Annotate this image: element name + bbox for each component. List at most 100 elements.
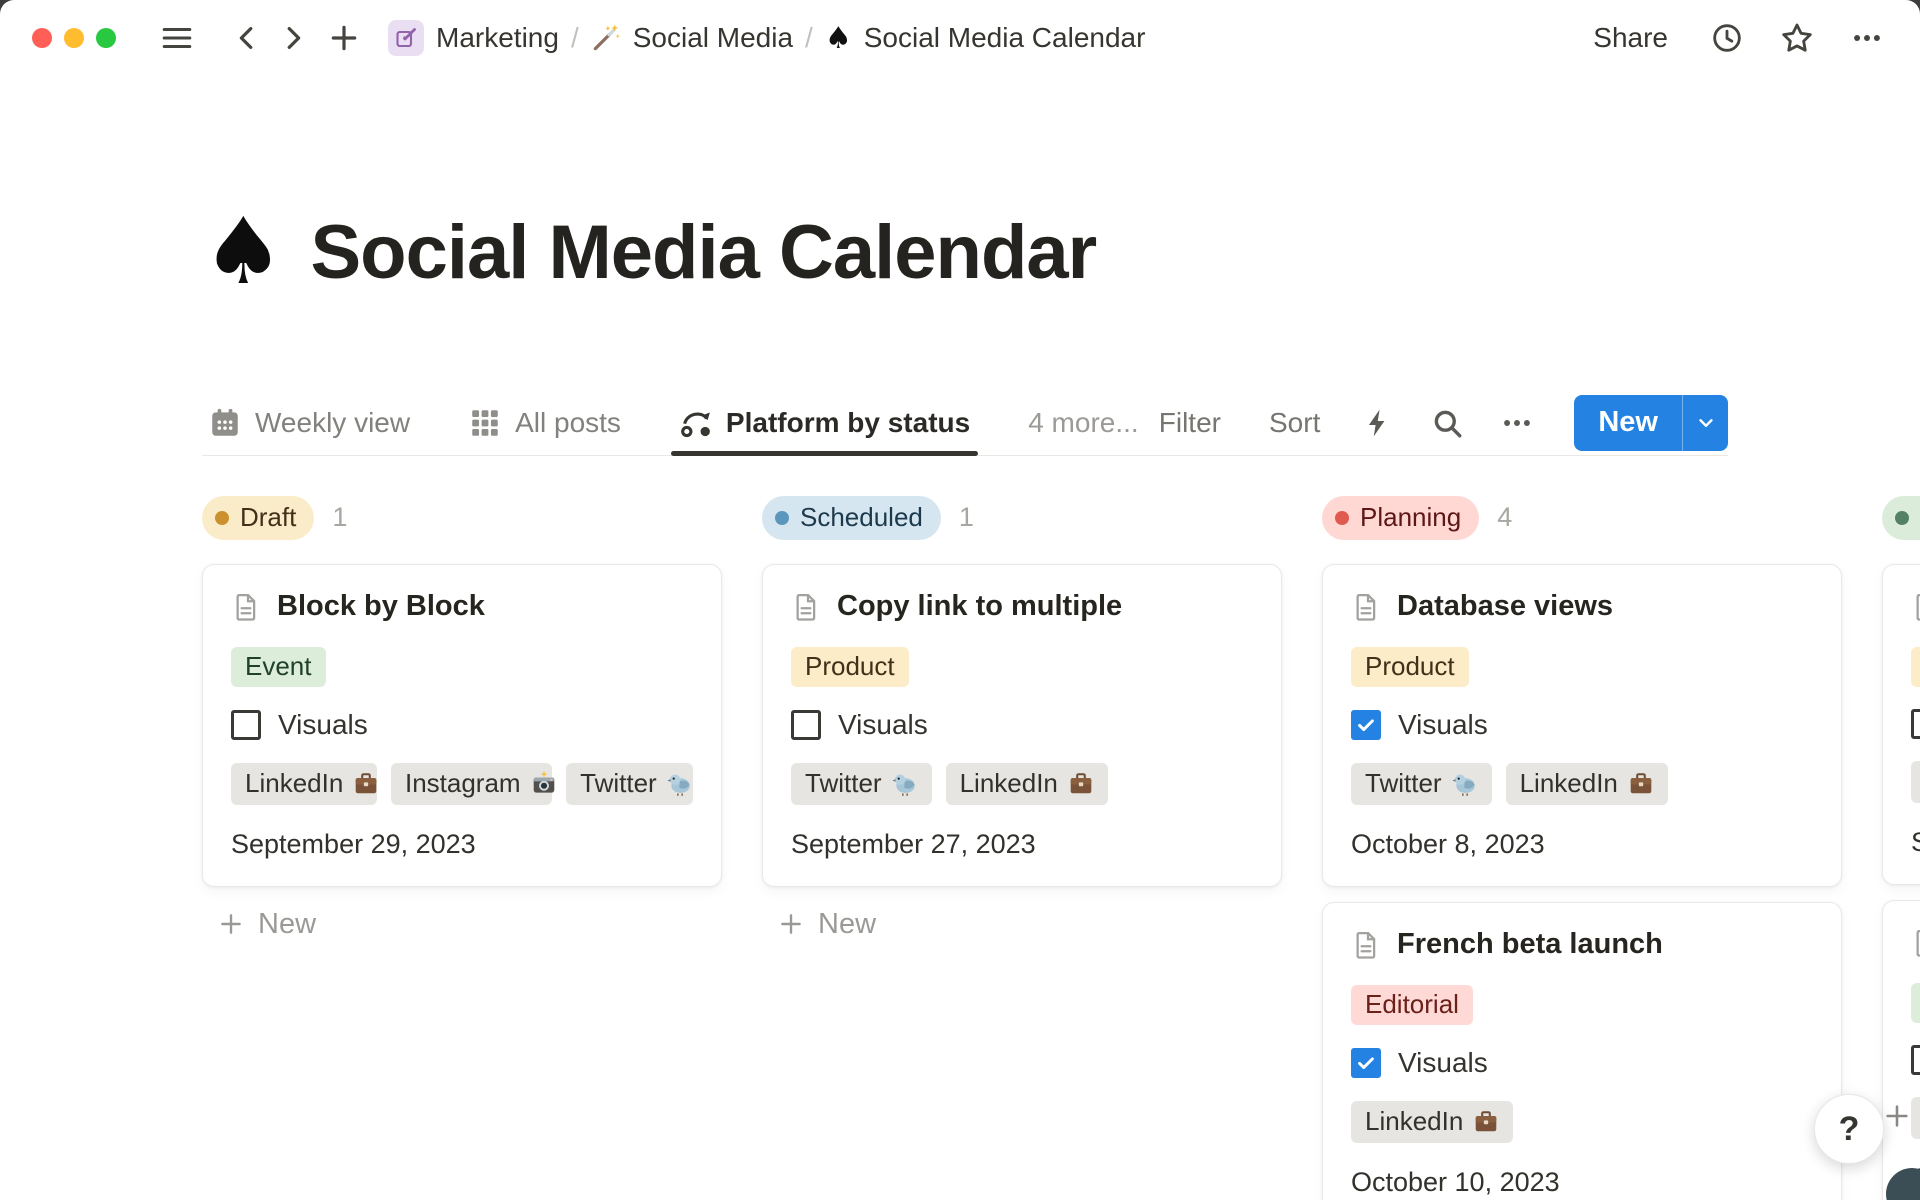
filter-button[interactable]: Filter <box>1153 406 1227 440</box>
share-button[interactable]: Share <box>1587 21 1674 55</box>
column-status-label: Scheduled <box>800 502 923 533</box>
category-tag: Editorial <box>1351 985 1473 1025</box>
platform-label: LinkedIn <box>1365 1106 1463 1137</box>
card-title: Block by Block <box>277 590 485 623</box>
board-column: Scheduled 1 Copy link to multipleProductVi… <box>762 496 1282 942</box>
column-count: 1 <box>332 502 347 533</box>
platform-label: Twitter <box>805 768 882 799</box>
platform-tag: LinkedIn <box>231 763 377 805</box>
visuals-label: Visuals <box>838 709 928 741</box>
search-icon[interactable] <box>1430 406 1464 440</box>
briefcase-icon <box>1628 771 1654 797</box>
status-dot-icon <box>775 511 789 525</box>
card-date: September 27, 2023 <box>791 829 1253 860</box>
board-card[interactable]: Database views Product Visuals Twitter Linke… <box>1322 564 1842 887</box>
column-header: Scheduled 1 <box>762 496 1282 540</box>
breadcrumb-item-social-media[interactable]: Social Media <box>591 22 793 54</box>
view-tabs-bar: Weekly view All posts Platf <box>202 391 1728 456</box>
card-title-row: French beta launch <box>1351 927 1813 963</box>
column-cards: Block by BlockEventVisualsLinkedInInstag… <box>202 564 722 887</box>
visuals-label: Visuals <box>1398 709 1488 741</box>
visuals-checkbox[interactable] <box>1351 1048 1381 1078</box>
visuals-checkbox[interactable] <box>791 710 821 740</box>
tab-all-posts[interactable]: All posts <box>462 391 627 455</box>
view-options-icon[interactable] <box>1500 406 1534 440</box>
column-new-button[interactable]: New <box>212 907 322 942</box>
minimize-window-button[interactable] <box>64 28 84 48</box>
new-page-icon[interactable] <box>328 22 360 54</box>
board-card[interactable]: Block by BlockEventVisualsLinkedInInstag… <box>202 564 722 887</box>
visuals-row: Visuals <box>1351 1047 1813 1079</box>
updates-clock-icon[interactable] <box>1710 21 1744 55</box>
page-icon <box>1911 928 1920 958</box>
visuals-row: Visuals <box>1351 709 1813 741</box>
column-status-pill[interactable]: Planning <box>1322 496 1479 540</box>
visuals-checkbox[interactable] <box>1911 709 1920 739</box>
help-button[interactable]: ? <box>1814 1094 1884 1164</box>
page-icon <box>1911 592 1920 622</box>
visuals-row: Visuals <box>791 709 1253 741</box>
card-title: Copy link to multiple <box>837 590 1122 623</box>
page-title[interactable]: Social Media Calendar <box>310 209 1096 296</box>
more-views-button[interactable]: 4 more... <box>1022 406 1144 440</box>
page-spade-icon[interactable]: ♠ <box>202 206 284 298</box>
briefcase-icon <box>1473 1109 1499 1135</box>
column-status-pill[interactable]: Scheduled <box>762 496 941 540</box>
visuals-checkbox[interactable] <box>1351 710 1381 740</box>
column-count: 1 <box>959 502 974 533</box>
close-window-button[interactable] <box>32 28 52 48</box>
more-options-icon[interactable] <box>1850 21 1884 55</box>
breadcrumb-item-social-media-calendar[interactable]: ♠ Social Media Calendar <box>825 21 1146 56</box>
category-tag: Event <box>231 647 326 687</box>
tab-platform-by-status[interactable]: Platform by status <box>673 391 976 455</box>
new-button-group: New <box>1574 395 1728 451</box>
briefcase-icon <box>1068 771 1094 797</box>
platform-label: Twitter <box>1365 768 1442 799</box>
column-cards: Database views Product Visuals Twitter Linke… <box>1322 564 1842 1200</box>
column-status-label: Planning <box>1360 502 1461 533</box>
new-button[interactable]: New <box>1574 395 1682 451</box>
automations-bolt-icon[interactable] <box>1362 407 1394 439</box>
board-card[interactable]: S <box>1882 564 1920 885</box>
zoom-window-button[interactable] <box>96 28 116 48</box>
breadcrumb-separator: / <box>571 22 579 54</box>
visuals-checkbox[interactable] <box>231 710 261 740</box>
board-column: Planning4 Database views Product Visuals Twi… <box>1322 496 1842 1200</box>
breadcrumb-label: Social Media Calendar <box>864 22 1146 54</box>
category-tag: Product <box>1351 647 1469 687</box>
card-date: September 29, 2023 <box>231 829 693 860</box>
sort-button[interactable]: Sort <box>1263 406 1326 440</box>
back-icon[interactable] <box>232 23 262 53</box>
breadcrumb-item-marketing[interactable]: Marketing <box>388 20 559 56</box>
forward-icon[interactable] <box>278 23 308 53</box>
platform-tag: LinkedIn <box>1351 1101 1513 1143</box>
bird-icon <box>667 771 693 797</box>
brush-badge-icon <box>388 20 424 56</box>
tab-label: Weekly view <box>255 407 410 439</box>
board: Draft 1 Block by Block Event Visuals LinkedIn… <box>0 496 1920 1200</box>
column-status-pill[interactable] <box>1882 496 1920 540</box>
notion-window: Marketing / Social Media / ♠ So <box>0 0 1920 1200</box>
bird-icon <box>892 771 918 797</box>
tab-weekly-view[interactable]: Weekly view <box>202 391 416 455</box>
board-card[interactable]: O <box>1882 900 1920 1200</box>
column-status-pill[interactable]: Draft <box>202 496 314 540</box>
platform-tag: Twitter <box>1351 763 1492 805</box>
platform-tag: Twitter <box>791 763 932 805</box>
board-card[interactable]: French beta launch Editorial Visuals Linked… <box>1322 902 1842 1200</box>
page-icon <box>1351 592 1381 622</box>
column-new-button[interactable]: New <box>772 907 882 942</box>
board-card[interactable]: Copy link to multipleProductVisualsTwitt… <box>762 564 1282 887</box>
platforms-row <box>1911 761 1920 803</box>
column-header: Planning4 <box>1322 496 1842 540</box>
card-title-row: Block by Block <box>231 589 693 625</box>
status-dot-icon <box>215 511 229 525</box>
visuals-checkbox[interactable] <box>1911 1045 1920 1075</box>
favorite-star-icon[interactable] <box>1780 21 1814 55</box>
card-title: Database views <box>1397 590 1613 623</box>
sidebar-toggle-icon[interactable] <box>160 21 194 55</box>
platform-label: LinkedIn <box>1520 768 1618 799</box>
page-icon <box>1351 930 1381 960</box>
topbar: Marketing / Social Media / ♠ So <box>0 0 1920 76</box>
new-dropdown-chevron-icon[interactable] <box>1682 395 1728 451</box>
